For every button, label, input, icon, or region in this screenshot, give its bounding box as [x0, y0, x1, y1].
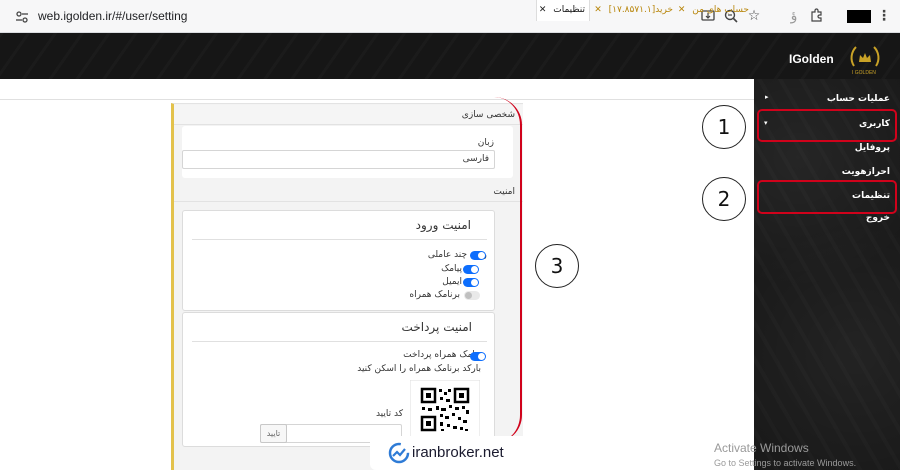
brand-logo-text: I GOLDEN: [852, 70, 876, 76]
mobile-app-label: برنامک همراه: [409, 290, 460, 300]
tab-settings[interactable]: تنظیمات ✕: [536, 0, 590, 21]
callout-box-settings: [757, 180, 897, 214]
divider: [192, 239, 487, 240]
close-icon[interactable]: ✕: [539, 5, 547, 15]
verification-code-label: کد تایید: [375, 409, 403, 419]
callout-number-1: 1: [702, 105, 746, 149]
sidebar-item-verification[interactable]: احرازهویت: [842, 167, 890, 177]
close-icon[interactable]: ✕: [678, 5, 686, 15]
tab-my-accounts-label: حساب های من: [692, 5, 749, 15]
iranbroker-logo-icon: [388, 442, 410, 464]
payment-security-title: امنیت پرداخت: [401, 320, 472, 334]
callout-number-2: 2: [702, 177, 746, 221]
menu-icon[interactable]: ⋮: [876, 8, 892, 24]
tab-settings-label: تنظیمات: [553, 5, 585, 15]
callout-box-user: [757, 109, 897, 142]
sidebar-item-logout[interactable]: خروج: [866, 213, 890, 223]
activate-windows-title: Activate Windows: [714, 441, 809, 455]
chevron-right-icon: ▸: [765, 93, 769, 101]
scan-instruction: بارکد برنامک همراه را اسکن کنید: [357, 364, 481, 374]
site-info-icon[interactable]: [14, 9, 30, 25]
sidebar-item-profile[interactable]: پروفایل: [855, 143, 890, 153]
browser-toolbar: web.igolden.ir/#/user/setting ☆ ؤ ⋮: [0, 0, 900, 33]
tab-my-accounts[interactable]: حساب های من ✕: [678, 0, 752, 21]
brand-name: IGolden: [789, 52, 834, 66]
confirm-button[interactable]: تایید: [260, 424, 287, 443]
callout-bracket-settings-panel: [470, 97, 522, 443]
tab-bar: [0, 79, 754, 100]
translate-icon[interactable]: ؤ: [786, 8, 802, 24]
tab-purchase[interactable]: خرید[۱۷.۸۵۷۱.۱] ✕: [594, 0, 676, 21]
address-bar[interactable]: web.igolden.ir/#/user/setting: [38, 9, 187, 23]
sidebar-item-account-operations[interactable]: عملیات حساب: [827, 94, 890, 104]
extensions-icon[interactable]: [808, 8, 824, 24]
activate-windows-subtitle: Go to Settings to activate Windows.: [714, 458, 857, 468]
callout-number-3: 3: [535, 244, 579, 288]
broker-watermark-text: iranbroker.net: [412, 444, 504, 461]
language-select[interactable]: [182, 150, 495, 169]
login-security-title: امنیت ورود: [415, 218, 471, 232]
app-header: [0, 33, 900, 79]
sms-label: پیامک: [441, 264, 462, 274]
divider: [192, 341, 487, 342]
profile-avatar[interactable]: [847, 10, 871, 23]
tab-purchase-label: خرید[۱۷.۸۵۷۱.۱]: [608, 5, 673, 15]
email-label: ایمیل: [442, 277, 462, 287]
close-icon[interactable]: ✕: [594, 5, 602, 15]
